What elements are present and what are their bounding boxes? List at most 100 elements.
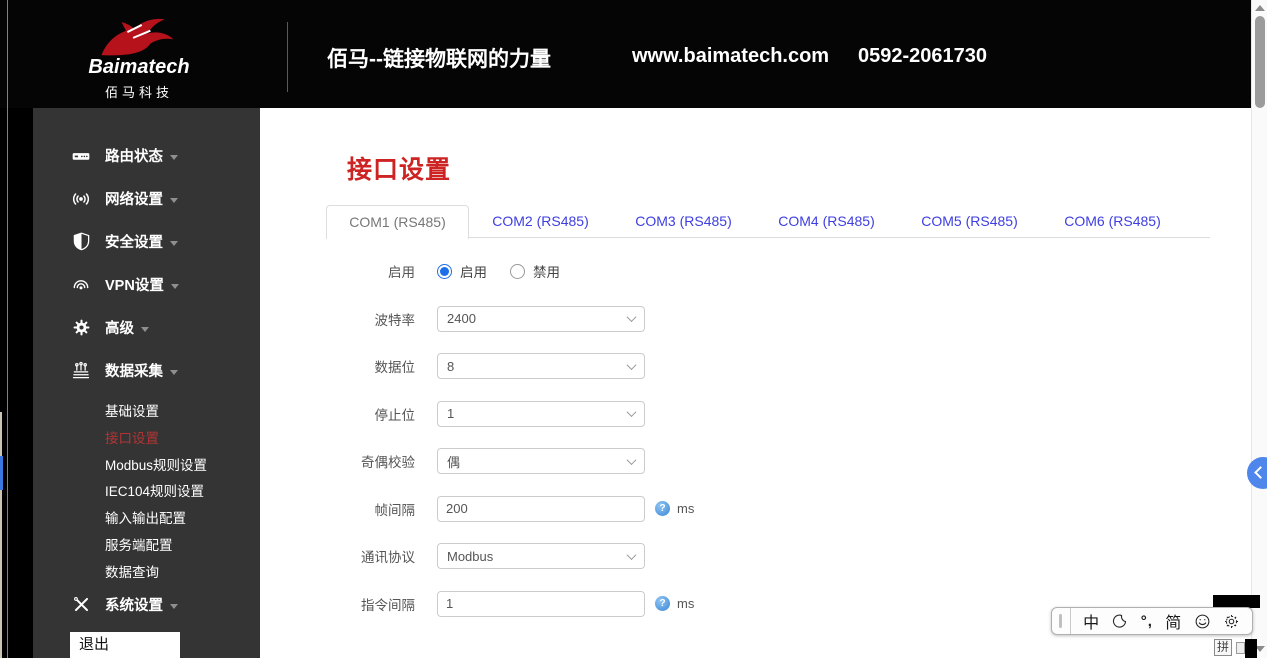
sidebar-item-label: 网络设置 — [105, 188, 163, 209]
ime-charset-button[interactable]: 简 — [1165, 609, 1181, 633]
sidebar-item-router-status[interactable]: 路由状态 — [33, 134, 260, 177]
sidebar-item-label: 数据采集 — [105, 360, 163, 381]
selected-value: Modbus — [447, 549, 493, 564]
chevron-down-icon — [170, 604, 178, 609]
sidebar-subitem-modbus-rules[interactable]: Modbus规则设置 — [105, 453, 260, 480]
sidebar-item-advanced[interactable]: 高级 — [33, 306, 260, 349]
frame-interval-row: 帧间隔 ms — [326, 496, 694, 522]
header-slogan: 佰马--链接物联网的力量 — [327, 43, 551, 73]
tab-com6[interactable]: COM6 (RS485) — [1041, 205, 1184, 238]
sidebar-subitem-server-config[interactable]: 服务端配置 — [105, 533, 260, 560]
parity-select[interactable]: 偶 — [437, 448, 645, 474]
collapse-panel-button-left[interactable] — [0, 456, 3, 490]
brand-name-cn: 佰马科技 — [84, 82, 194, 101]
window-edge-strip — [0, 412, 2, 658]
chevron-down-icon — [627, 312, 637, 322]
sidebar-subitem-interface-settings[interactable]: 接口设置 — [105, 426, 260, 453]
chevron-down-icon — [627, 455, 637, 465]
ime-settings-gear-icon[interactable] — [1223, 613, 1240, 630]
brand-name: Baimatech — [84, 56, 194, 79]
data-bits-label: 数据位 — [326, 356, 415, 376]
help-icon[interactable] — [655, 596, 670, 611]
tab-com2[interactable]: COM2 (RS485) — [469, 205, 612, 238]
frame-interval-label: 帧间隔 — [326, 499, 415, 519]
help-icon[interactable] — [655, 501, 670, 516]
header-divider — [287, 22, 288, 92]
baud-rate-select[interactable]: 2400 — [437, 306, 645, 332]
page-title: 接口设置 — [347, 150, 451, 186]
enable-row: 启用 启用 禁用 — [326, 258, 694, 284]
tab-com4[interactable]: COM4 (RS485) — [755, 205, 898, 238]
sidebar-item-vpn-settings[interactable]: VPN设置 — [33, 263, 260, 306]
disable-option-label: 禁用 — [533, 261, 560, 281]
sidebar-item-data-collection[interactable]: 数据采集 — [33, 349, 260, 392]
unit-label: ms — [677, 596, 694, 611]
scrollbar-up-button[interactable] — [1255, 5, 1265, 11]
protocol-label: 通讯协议 — [326, 546, 415, 566]
chevron-down-icon — [627, 360, 637, 370]
scrollbar-track[interactable] — [1251, 0, 1267, 658]
command-interval-row: 指令间隔 ms — [326, 591, 694, 617]
vpn-icon — [70, 275, 92, 295]
command-interval-input[interactable] — [437, 591, 645, 617]
tools-icon — [70, 595, 92, 614]
logout-button[interactable]: 退出 — [70, 632, 180, 658]
data-bits-row: 数据位 8 — [326, 353, 694, 379]
enable-option-label: 启用 — [460, 261, 487, 281]
ime-language-mode-button[interactable]: 中 — [1083, 609, 1099, 633]
stop-bits-row: 停止位 1 — [326, 401, 694, 427]
chevron-down-icon — [170, 198, 178, 203]
router-icon — [70, 146, 92, 166]
frame-interval-input[interactable] — [437, 496, 645, 522]
selected-value: 1 — [447, 406, 454, 421]
protocol-row: 通讯协议 Modbus — [326, 543, 694, 569]
tab-com1[interactable]: COM1 (RS485) — [326, 205, 469, 239]
enable-radio[interactable] — [437, 264, 452, 279]
sidebar-subitem-iec104-rules[interactable]: IEC104规则设置 — [105, 479, 260, 506]
sidebar-item-network-settings[interactable]: 网络设置 — [33, 177, 260, 220]
enable-label: 启用 — [326, 261, 415, 281]
drag-handle-icon[interactable] — [1059, 614, 1062, 628]
tab-com3[interactable]: COM3 (RS485) — [612, 205, 755, 238]
scrollbar-thumb[interactable] — [1255, 16, 1265, 108]
selected-value: 偶 — [447, 452, 460, 471]
protocol-select[interactable]: Modbus — [437, 543, 645, 569]
com-port-tabs: COM1 (RS485) COM2 (RS485) COM3 (RS485) C… — [326, 205, 1210, 238]
stop-bits-label: 停止位 — [326, 404, 415, 424]
sidebar-item-system-settings[interactable]: 系统设置 — [33, 587, 260, 623]
parity-label: 奇偶校验 — [326, 451, 415, 471]
tab-com5[interactable]: COM5 (RS485) — [898, 205, 1041, 238]
chevron-down-icon — [627, 550, 637, 560]
sidebar-item-security-settings[interactable]: 安全设置 — [33, 220, 260, 263]
top-header: Baimatech 佰马科技 佰马--链接物联网的力量 www.baimatec… — [0, 0, 1267, 108]
chevron-down-icon — [627, 407, 637, 417]
overlay-fragment — [1245, 639, 1257, 658]
website-text: www.baimatech.com — [632, 45, 829, 68]
data-collection-submenu: 基础设置 接口设置 Modbus规则设置 IEC104规则设置 输入输出配置 服… — [33, 392, 260, 587]
sidebar-item-label: 高级 — [105, 317, 134, 338]
sidebar-subitem-basic-settings[interactable]: 基础设置 — [105, 399, 260, 426]
disable-radio[interactable] — [510, 264, 525, 279]
sidebar-subitem-data-query[interactable]: 数据查询 — [105, 560, 260, 587]
gear-icon — [70, 318, 92, 337]
baud-rate-label: 波特率 — [326, 309, 415, 329]
parity-row: 奇偶校验 偶 — [326, 448, 694, 474]
sidebar-item-label: 路由状态 — [105, 145, 163, 166]
stop-bits-select[interactable]: 1 — [437, 401, 645, 427]
chevron-down-icon — [141, 327, 149, 332]
ime-punctuation-button[interactable]: °, — [1141, 613, 1153, 630]
data-collection-icon — [70, 361, 92, 381]
ime-items: 中 °, 简 — [1071, 609, 1252, 633]
ime-mini-icon — [1236, 642, 1245, 654]
ime-pinyin-badge[interactable]: 拼 — [1214, 639, 1232, 656]
brand-logo: Baimatech 佰马科技 — [78, 10, 198, 102]
moon-halfwidth-icon[interactable] — [1111, 613, 1128, 630]
phone-number: 0592-2061730 — [858, 45, 987, 68]
selected-value: 8 — [447, 359, 454, 374]
chevron-down-icon — [170, 155, 178, 160]
sidebar-subitem-io-config[interactable]: 输入输出配置 — [105, 506, 260, 533]
selected-value: 2400 — [447, 311, 476, 326]
chevron-down-icon — [170, 241, 178, 246]
smiley-emoji-icon[interactable] — [1194, 613, 1211, 630]
data-bits-select[interactable]: 8 — [437, 353, 645, 379]
